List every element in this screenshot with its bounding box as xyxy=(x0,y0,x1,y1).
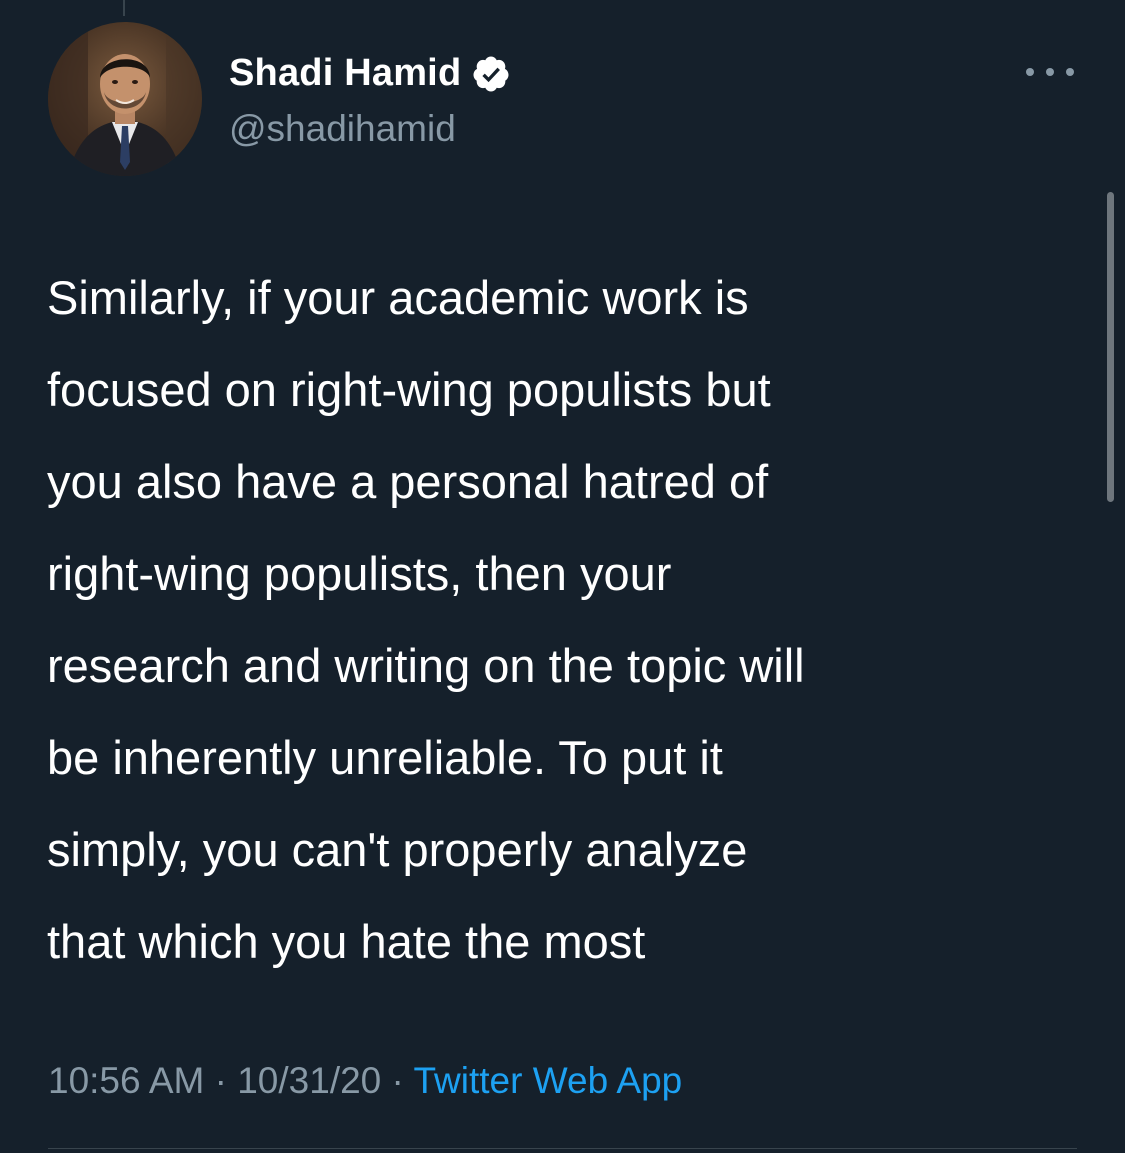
more-dot xyxy=(1066,68,1074,76)
tweet-text-line: that which you hate the most xyxy=(47,915,646,968)
thread-connector-line xyxy=(123,0,125,16)
more-options-icon[interactable] xyxy=(1026,60,1074,84)
tweet-text-line: right-wing populists, then your xyxy=(47,547,672,600)
verified-badge-icon xyxy=(471,54,511,94)
tweet-text-line: Similarly, if your academic work is xyxy=(47,271,749,324)
meta-separator: · xyxy=(391,1060,404,1101)
more-dot xyxy=(1026,68,1034,76)
tweet-date[interactable]: 10/31/20 xyxy=(237,1060,381,1101)
avatar-photo xyxy=(48,22,202,176)
tweet-metadata: 10:56 AM · 10/31/20 · Twitter Web App xyxy=(48,1060,682,1102)
author-display-name[interactable]: Shadi Hamid xyxy=(229,52,461,95)
tweet-source-link[interactable]: Twitter Web App xyxy=(414,1060,683,1101)
tweet-text-line: you also have a personal hatred of xyxy=(47,455,769,508)
tweet-text: Similarly, if your academic work is focu… xyxy=(47,252,1087,988)
more-dot xyxy=(1046,68,1054,76)
tweet-text-line: simply, you can't properly analyze xyxy=(47,823,748,876)
tweet-time[interactable]: 10:56 AM xyxy=(48,1060,204,1101)
scrollbar[interactable] xyxy=(1107,192,1114,502)
author-name-row[interactable]: Shadi Hamid xyxy=(229,48,511,98)
avatar[interactable] xyxy=(48,22,202,176)
tweet-text-line: research and writing on the topic will xyxy=(47,639,805,692)
meta-separator: · xyxy=(214,1060,227,1101)
tweet-text-line: be inherently unreliable. To put it xyxy=(47,731,723,784)
divider xyxy=(48,1148,1077,1149)
tweet-text-line: focused on right-wing populists but xyxy=(47,363,771,416)
author-handle[interactable]: @shadihamid xyxy=(229,108,456,150)
